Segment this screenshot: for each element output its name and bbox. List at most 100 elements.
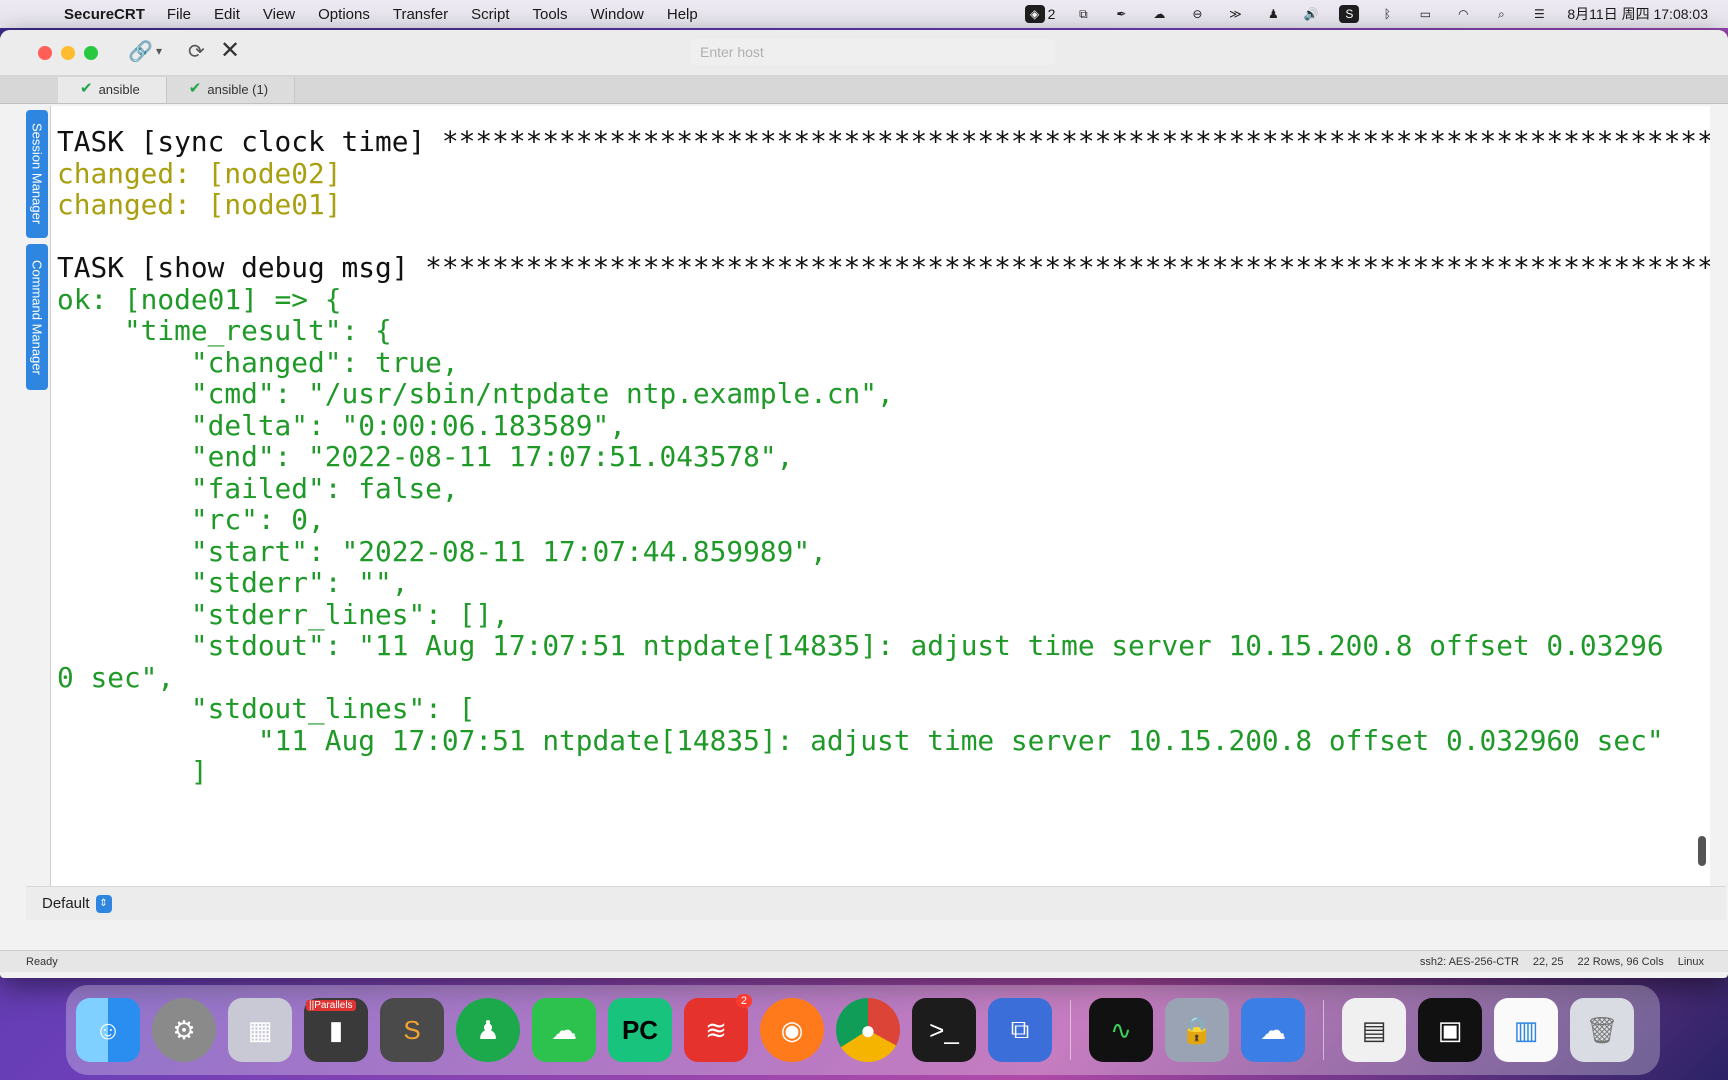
notification-badge: 2 xyxy=(735,994,752,1008)
feather-icon[interactable]: ✒ xyxy=(1111,5,1131,23)
status-badge-count: 2 xyxy=(1047,6,1056,22)
menu-script[interactable]: Script xyxy=(471,6,509,23)
tab-ansible[interactable]: ✔ ansible xyxy=(58,77,167,103)
terminal-line: "rc": 0, xyxy=(57,503,325,536)
connect-link-icon[interactable]: 🔗 xyxy=(128,39,153,64)
scrollbar-thumb[interactable] xyxy=(1698,836,1706,866)
tab-label: ansible xyxy=(98,82,140,97)
parallels-icon[interactable]: ||Parallels ▮ xyxy=(304,998,368,1062)
tab-ansible-1[interactable]: ✔ ansible (1) xyxy=(166,77,296,103)
menu-window[interactable]: Window xyxy=(591,6,644,23)
updown-chevron-icon: ⇕ xyxy=(95,894,112,913)
control-center-icon[interactable]: ☰ xyxy=(1529,5,1549,23)
volume-icon[interactable]: 🔊 xyxy=(1301,5,1321,23)
tab-label: ansible (1) xyxy=(207,82,269,97)
dock: ☺ ⚙ ▦ ||Parallels ▮ S ♟ ☁ PC ≋ 2 ◉ ● >_ ⧉ … xyxy=(66,985,1660,1075)
command-manager-tab[interactable]: Command Manager xyxy=(26,244,48,390)
cloud-app-icon[interactable]: ☁ xyxy=(1241,998,1305,1062)
evernote-icon[interactable]: ♟ xyxy=(1263,5,1283,23)
app-menu[interactable]: SecureCRT xyxy=(64,6,145,23)
cursor-position: 22, 25 xyxy=(1532,955,1564,968)
terminal-line: "11 Aug 17:07:51 ntpdate[14835]: adjust … xyxy=(57,723,1664,757)
title-bar: 🔗 ▾ ⟳ ✕ Enter host xyxy=(0,30,1728,76)
preview-thumbnail-icon[interactable]: ▥ xyxy=(1494,998,1558,1062)
sublime-text-icon[interactable]: S xyxy=(380,998,444,1062)
terminal-line: "end": "2022-08-11 17:07:51.043578", xyxy=(57,440,794,473)
securecrt-window: 🔗 ▾ ⟳ ✕ Enter host ✔ ansible ✔ ansible (… xyxy=(0,30,1728,978)
menu-file[interactable]: File xyxy=(167,6,191,23)
terminal-line: ok: [node01] => { xyxy=(57,282,342,316)
terminal-icon[interactable]: >_ xyxy=(912,998,976,1062)
terminal-line: "cmd": "/usr/sbin/ntpdate ntp.example.cn… xyxy=(57,377,894,410)
profile-label: Default xyxy=(42,895,90,912)
terminal-output[interactable]: TASK [sync clock time] *****************… xyxy=(50,106,1710,886)
session-manager-tab[interactable]: Session Manager xyxy=(26,110,48,238)
chevron-down-icon[interactable]: ▾ xyxy=(156,44,162,58)
parallels-label: ||Parallels xyxy=(306,1000,356,1011)
terminal-line: "time_result": { xyxy=(57,314,392,347)
pycharm-icon[interactable]: PC xyxy=(608,998,672,1062)
session-tabs: ✔ ansible ✔ ansible (1) xyxy=(0,76,1728,104)
reconnect-icon[interactable]: ⟳ xyxy=(188,39,205,64)
connected-check-icon: ✔ xyxy=(80,80,93,97)
menu-help[interactable]: Help xyxy=(667,6,698,23)
minimize-window-button[interactable] xyxy=(61,45,75,60)
profile-selector[interactable]: Default ⇕ xyxy=(42,894,112,913)
terminal-line: changed: [node01] xyxy=(57,188,342,221)
terminal-line: "stderr": "", xyxy=(57,566,409,599)
bluetooth-icon[interactable]: ᛒ xyxy=(1377,5,1397,23)
dock-separator xyxy=(1323,1000,1324,1060)
app-status-icon: ◈ xyxy=(1024,5,1045,23)
connected-check-icon: ✔ xyxy=(188,80,202,97)
command-manager-label: Command Manager xyxy=(29,259,45,375)
terminal-line: "stderr_lines": [], xyxy=(57,597,509,631)
session-manager-label: Session Manager xyxy=(29,123,45,225)
evernote-dock-icon[interactable]: ♟ xyxy=(456,998,520,1062)
host-input[interactable]: Enter host xyxy=(690,39,1055,65)
menu-tools[interactable]: Tools xyxy=(532,6,567,23)
system-preferences-icon[interactable]: ⚙ xyxy=(152,998,216,1062)
disconnect-icon[interactable]: ✕ xyxy=(220,36,240,65)
search-icon[interactable]: ⌕ xyxy=(1491,5,1511,23)
status-text: Ready xyxy=(26,955,58,968)
menu-edit[interactable]: Edit xyxy=(214,6,240,23)
securecrt-dock-icon[interactable]: ⧉ xyxy=(988,998,1052,1062)
vpn-icon[interactable]: ⊖ xyxy=(1187,5,1207,23)
screen-share-icon[interactable]: ⧉ xyxy=(1073,5,1093,23)
finder-icon[interactable]: ☺ xyxy=(76,998,140,1062)
dock-separator xyxy=(1070,1000,1071,1060)
firefox-icon[interactable]: ◉ xyxy=(760,998,824,1062)
activity-monitor-icon[interactable]: ∿ xyxy=(1089,998,1153,1062)
record-app-icon[interactable]: ≋ 2 xyxy=(684,994,752,1062)
chrome-icon[interactable]: ● xyxy=(836,998,900,1062)
terminal-line: changed: [node02] xyxy=(57,156,342,190)
launchpad-icon[interactable]: ▦ xyxy=(228,998,292,1062)
terminal-line: TASK [show debug msg] ******************… xyxy=(57,251,1710,284)
terminal-size: 22 Rows, 96 Cols xyxy=(1577,955,1664,968)
trash-icon[interactable]: 🗑 xyxy=(1570,998,1634,1062)
wechat-dock-icon[interactable]: ☁ xyxy=(532,998,596,1062)
battery-icon[interactable]: ▭ xyxy=(1415,5,1435,23)
terminal-line: ] xyxy=(57,755,208,788)
menu-bar: SecureCRT File Edit View Options Transfe… xyxy=(0,0,1728,28)
zoom-window-button[interactable] xyxy=(84,45,98,60)
menu-transfer[interactable]: Transfer xyxy=(393,6,448,23)
wifi-icon[interactable]: ◠ xyxy=(1453,5,1473,23)
command-bar: Default ⇕ xyxy=(26,886,1726,920)
terminal-line: "stdout_lines": [ xyxy=(57,692,476,725)
close-window-button[interactable] xyxy=(38,45,52,60)
wechat-icon[interactable]: ☁ xyxy=(1149,5,1169,23)
remote-os: Linux xyxy=(1677,955,1704,968)
status-app-item[interactable]: ◈ 2 xyxy=(1024,5,1056,23)
window-thumbnail-icon[interactable]: ▣ xyxy=(1418,998,1482,1062)
menu-options[interactable]: Options xyxy=(318,6,370,23)
cipher-info: ssh2: AES-256-CTR xyxy=(1419,955,1519,968)
sublime-icon[interactable]: S xyxy=(1339,5,1360,23)
document-thumbnail-icon[interactable]: ▤ xyxy=(1342,998,1406,1062)
menu-view[interactable]: View xyxy=(263,6,295,23)
terminal-line: TASK [sync clock time] *****************… xyxy=(57,125,1710,158)
lightning-icon[interactable]: ≫ xyxy=(1225,5,1245,23)
keychain-icon[interactable]: 🔒 xyxy=(1165,998,1229,1062)
clock[interactable]: 8月11日 周四 17:08:03 xyxy=(1567,4,1708,24)
